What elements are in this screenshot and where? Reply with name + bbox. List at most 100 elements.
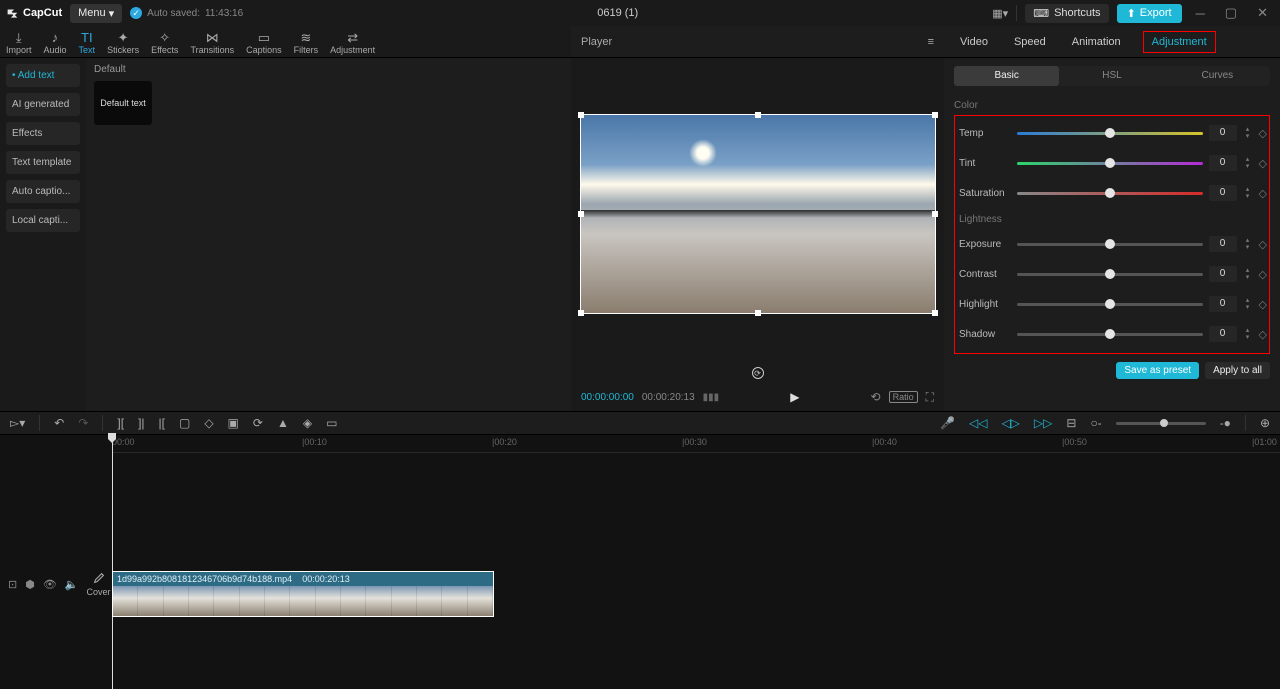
slider-stepper-saturation[interactable]: ▴▾ xyxy=(1243,185,1253,201)
slider-value-exposure[interactable]: 0 xyxy=(1209,236,1237,252)
slider-track-tint[interactable] xyxy=(1017,162,1203,165)
duplicate-icon[interactable]: ▣ xyxy=(228,416,239,430)
marker-icon[interactable]: ◇ xyxy=(204,416,213,430)
split-left-icon[interactable]: ]| xyxy=(138,416,144,430)
slider-knob-temp[interactable] xyxy=(1105,128,1115,138)
sidebar-item--add-text[interactable]: • Add text xyxy=(6,64,80,87)
visibility-icon[interactable]: ⬢ xyxy=(25,578,35,591)
split-right-icon[interactable]: |[ xyxy=(159,416,165,430)
slider-track-temp[interactable] xyxy=(1017,132,1203,135)
play-button[interactable]: ▶ xyxy=(790,390,799,404)
layout-icon[interactable]: ▦▾ xyxy=(992,7,1008,20)
split-icon[interactable]: ][ xyxy=(117,416,124,430)
slider-value-tint[interactable]: 0 xyxy=(1209,155,1237,171)
export-button[interactable]: ⬆ Export xyxy=(1117,4,1182,23)
subtab-hsl[interactable]: HSL xyxy=(1059,66,1164,86)
keyframe-shadow[interactable]: ◇ xyxy=(1259,328,1267,341)
slider-track-exposure[interactable] xyxy=(1017,243,1203,246)
close-button[interactable]: ✕ xyxy=(1251,5,1274,21)
tool-effects[interactable]: ✧Effects xyxy=(145,26,184,58)
reverse-icon[interactable]: ⟳ xyxy=(253,416,263,430)
mute-icon[interactable]: 🔈 xyxy=(65,578,79,591)
sidebar-item-ai-generated[interactable]: AI generated xyxy=(6,93,80,116)
rotate-icon[interactable]: ◈ xyxy=(303,416,312,430)
inspector-tab-adjustment[interactable]: Adjustment xyxy=(1143,31,1216,53)
tool-stickers[interactable]: ✦Stickers xyxy=(101,26,145,58)
sidebar-item-auto-captio-[interactable]: Auto captio... xyxy=(6,180,80,203)
keyframe-tint[interactable]: ◇ xyxy=(1259,157,1267,170)
cover-button[interactable]: Cover xyxy=(87,571,111,597)
timeline-ruler[interactable]: 00:00|00:10|00:20|00:30|00:40|00:50|01:0… xyxy=(112,435,1280,453)
track-opt-icon[interactable]: ⊟ xyxy=(1066,416,1076,430)
ratio-button[interactable]: Ratio xyxy=(889,391,918,403)
slider-knob-shadow[interactable] xyxy=(1105,329,1115,339)
slider-stepper-highlight[interactable]: ▴▾ xyxy=(1243,296,1253,312)
undo-icon[interactable]: ↶ xyxy=(54,416,64,430)
zoom-in-icon[interactable]: -● xyxy=(1220,416,1231,430)
snap3-icon[interactable]: ▷▷ xyxy=(1034,416,1052,430)
redo-icon[interactable]: ↷ xyxy=(78,416,88,430)
slider-knob-contrast[interactable] xyxy=(1105,269,1115,279)
slider-value-highlight[interactable]: 0 xyxy=(1209,296,1237,312)
slider-track-highlight[interactable] xyxy=(1017,303,1203,306)
visibility2-icon[interactable]: 👁 xyxy=(43,578,57,591)
player-canvas[interactable] xyxy=(580,114,936,314)
slider-value-shadow[interactable]: 0 xyxy=(1209,326,1237,342)
lock-icon[interactable]: ⊡ xyxy=(8,578,17,591)
subtab-curves[interactable]: Curves xyxy=(1165,66,1270,86)
maximize-button[interactable]: ▢ xyxy=(1219,5,1243,21)
tool-transitions[interactable]: ⋈Transitions xyxy=(184,26,240,58)
video-clip[interactable]: 1d99a992b8081812346706b9d74b188.mp4 00:0… xyxy=(112,571,494,617)
slider-stepper-temp[interactable]: ▴▾ xyxy=(1243,125,1253,141)
inspector-tab-video[interactable]: Video xyxy=(956,32,992,52)
inspector-tab-speed[interactable]: Speed xyxy=(1010,32,1050,52)
fullscreen-icon[interactable]: ⛶ xyxy=(926,390,934,405)
keyframe-exposure[interactable]: ◇ xyxy=(1259,238,1267,251)
default-text-thumb[interactable]: Default text xyxy=(94,81,152,125)
sidebar-item-local-capti-[interactable]: Local capti... xyxy=(6,209,80,232)
slider-stepper-exposure[interactable]: ▴▾ xyxy=(1243,236,1253,252)
zoom-out-icon[interactable]: ○- xyxy=(1090,416,1101,430)
tool-filters[interactable]: ≋Filters xyxy=(288,26,325,58)
snap2-icon[interactable]: ◁▷ xyxy=(1001,416,1019,430)
keyframe-temp[interactable]: ◇ xyxy=(1259,127,1267,140)
slider-track-saturation[interactable] xyxy=(1017,192,1203,195)
apply-all-button[interactable]: Apply to all xyxy=(1205,362,1270,379)
subtab-basic[interactable]: Basic xyxy=(954,66,1059,86)
bars-icon[interactable]: ▮▮▮ xyxy=(703,392,720,403)
slider-value-saturation[interactable]: 0 xyxy=(1209,185,1237,201)
slider-knob-saturation[interactable] xyxy=(1105,188,1115,198)
timeline-tracks[interactable]: 00:00|00:10|00:20|00:30|00:40|00:50|01:0… xyxy=(112,435,1280,689)
player-menu-icon[interactable]: ≡ xyxy=(928,36,934,48)
slider-track-contrast[interactable] xyxy=(1017,273,1203,276)
slider-value-contrast[interactable]: 0 xyxy=(1209,266,1237,282)
keyframe-highlight[interactable]: ◇ xyxy=(1259,298,1267,311)
slider-knob-tint[interactable] xyxy=(1105,158,1115,168)
shortcuts-button[interactable]: ⌨ Shortcuts xyxy=(1025,4,1108,23)
snap1-icon[interactable]: ◁◁ xyxy=(969,416,987,430)
tool-adjustment[interactable]: ⇄Adjustment xyxy=(324,26,381,58)
keyframe-saturation[interactable]: ◇ xyxy=(1259,187,1267,200)
crop-icon[interactable]: ▢ xyxy=(179,416,190,430)
slider-stepper-contrast[interactable]: ▴▾ xyxy=(1243,266,1253,282)
mirror-icon[interactable]: ▲ xyxy=(277,416,289,430)
slider-stepper-shadow[interactable]: ▴▾ xyxy=(1243,326,1253,342)
slider-knob-highlight[interactable] xyxy=(1105,299,1115,309)
slider-value-temp[interactable]: 0 xyxy=(1209,125,1237,141)
player-rotate-icon[interactable]: ⟳ xyxy=(752,367,764,379)
tool-captions[interactable]: ▭Captions xyxy=(240,26,288,58)
tool-audio[interactable]: ♪Audio xyxy=(38,26,73,58)
menu-button[interactable]: Menu ▾ xyxy=(70,4,122,23)
pointer-tool-icon[interactable]: ▻▾ xyxy=(10,416,25,430)
sidebar-item-effects[interactable]: Effects xyxy=(6,122,80,145)
scale-icon[interactable]: ⟲ xyxy=(871,390,881,404)
sidebar-item-text-template[interactable]: Text template xyxy=(6,151,80,174)
slider-knob-exposure[interactable] xyxy=(1105,239,1115,249)
freeze-icon[interactable]: ▭ xyxy=(326,416,337,430)
zoom-slider[interactable] xyxy=(1116,422,1206,425)
inspector-tab-animation[interactable]: Animation xyxy=(1068,32,1125,52)
tool-text[interactable]: TIText xyxy=(73,26,102,58)
slider-stepper-tint[interactable]: ▴▾ xyxy=(1243,155,1253,171)
keyframe-contrast[interactable]: ◇ xyxy=(1259,268,1267,281)
save-preset-button[interactable]: Save as preset xyxy=(1116,362,1199,379)
